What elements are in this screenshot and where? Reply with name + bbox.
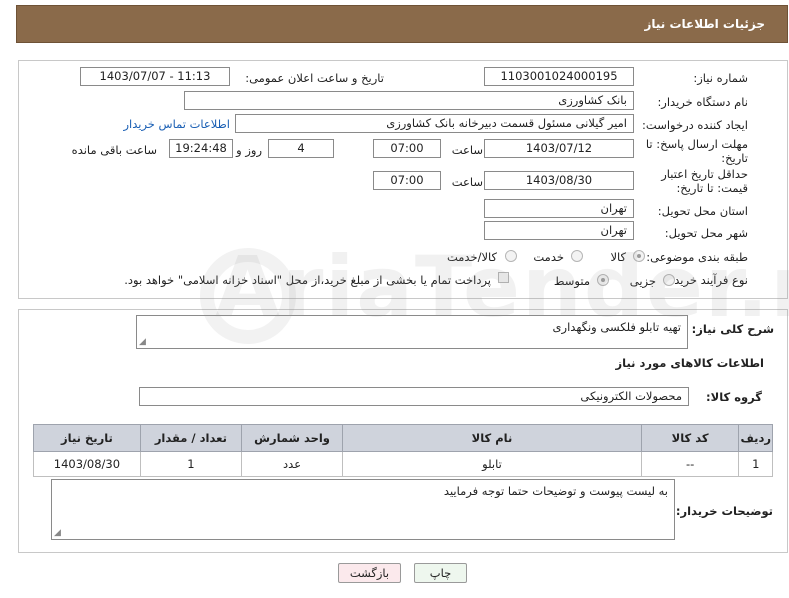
buyer-org-field: بانک کشاورزی — [184, 91, 634, 110]
province-label: استان محل تحویل: — [657, 204, 748, 218]
col-quantity: تعداد / مقدار — [139, 424, 242, 452]
creator-field: امیر گیلانی مسئول قسمت دبیرخانه بانک کشا… — [235, 114, 634, 133]
cell-row-number: 1 — [738, 451, 773, 477]
category-radio-goods[interactable] — [633, 250, 645, 262]
col-goods-name: نام کالا — [342, 424, 642, 452]
announce-field: 1403/07/07 - 11:13 — [80, 67, 230, 86]
cell-unit: عدد — [240, 451, 344, 477]
col-row-number: ردیف — [738, 424, 773, 452]
goods-table: ردیف کد کالا نام کالا واحد شمارش تعداد /… — [33, 424, 773, 477]
deadline-time-label: ساعت — [451, 143, 483, 157]
process-radio-medium[interactable] — [597, 274, 609, 286]
category-radio-service[interactable] — [571, 250, 583, 262]
table-row: 1 -- تابلو عدد 1 1403/08/30 — [33, 451, 773, 477]
summary-label: شرح کلی نیاز: — [691, 322, 774, 336]
category-option-goods-service: کالا/خدمت — [446, 250, 497, 264]
buyer-notes-text: به لیست پیوست و توضیحات حتما توجه فرمایی… — [443, 484, 668, 498]
validity-label: حداقل تاریخ اعتبار قیمت: تا تاریخ: — [661, 167, 748, 195]
page-title: جزئیات اطلاعات نیاز — [644, 17, 765, 31]
col-need-date: تاریخ نیاز — [33, 424, 141, 452]
back-button[interactable]: بازگشت — [338, 563, 401, 583]
goods-table-header: ردیف کد کالا نام کالا واحد شمارش تعداد /… — [33, 424, 773, 452]
resize-grip-icon[interactable]: ◢ — [54, 528, 61, 538]
category-option-goods: کالا — [610, 250, 626, 264]
treasury-payment-checkbox[interactable] — [498, 272, 509, 283]
buyer-org-label: نام دستگاه خریدار: — [657, 95, 748, 109]
resize-grip-icon[interactable]: ◢ — [139, 337, 146, 347]
deadline-label: مهلت ارسال پاسخ: تا تاریخ: — [645, 137, 748, 165]
cell-quantity: 1 — [139, 451, 242, 477]
col-goods-code: کد کالا — [640, 424, 740, 452]
days-label: روز و — [236, 143, 262, 157]
announce-label: تاریخ و ساعت اعلان عمومی: — [245, 71, 384, 85]
summary-text: تهیه تابلو فلکسی ونگهداری — [552, 320, 681, 334]
validity-time-field: 07:00 — [373, 171, 441, 190]
cell-need-date: 1403/08/30 — [33, 451, 141, 477]
city-label: شهر محل تحویل: — [664, 226, 748, 240]
process-option-minor: جزیی — [629, 274, 656, 288]
process-label: نوع فرآیند خرید : — [666, 273, 748, 287]
deadline-time-field: 07:00 — [373, 139, 441, 158]
remaining-time-field: 19:24:48 — [169, 139, 233, 158]
remaining-label: ساعت باقی مانده — [71, 143, 157, 157]
validity-time-label: ساعت — [451, 175, 483, 189]
days-field: 4 — [268, 139, 334, 158]
process-radio-minor[interactable] — [663, 274, 675, 286]
need-number-field: 1103001024000195 — [484, 67, 634, 86]
province-field: تهران — [484, 199, 634, 218]
goods-group-field: محصولات الکترونیکی — [139, 387, 689, 406]
page-header: جزئیات اطلاعات نیاز — [16, 5, 788, 43]
goods-group-label: گروه کالا: — [706, 390, 762, 404]
print-button[interactable]: چاپ — [414, 563, 467, 583]
deadline-date-field: 1403/07/12 — [484, 139, 634, 158]
category-option-service: خدمت — [533, 250, 564, 264]
process-option-medium: متوسط — [553, 274, 590, 288]
treasury-payment-note: پرداخت تمام یا بخشی از مبلغ خرید،از محل … — [124, 273, 491, 287]
goods-info-title: اطلاعات کالاهای مورد نیاز — [615, 356, 764, 370]
cell-goods-code: -- — [640, 451, 740, 477]
summary-textarea[interactable]: تهیه تابلو فلکسی ونگهداری ◢ — [136, 315, 688, 349]
category-radio-goods-service[interactable] — [505, 250, 517, 262]
validity-date-field: 1403/08/30 — [484, 171, 634, 190]
creator-label: ایجاد کننده درخواست: — [642, 118, 748, 132]
need-number-label: شماره نیاز: — [693, 71, 748, 85]
buyer-notes-textarea[interactable]: به لیست پیوست و توضیحات حتما توجه فرمایی… — [51, 479, 675, 540]
city-field: تهران — [484, 221, 634, 240]
buyer-notes-label: توضیحات خریدار: — [675, 504, 773, 518]
col-unit: واحد شمارش — [240, 424, 344, 452]
category-label: طبقه بندی موضوعی: — [646, 250, 748, 264]
buyer-contact-link[interactable]: اطلاعات تماس خریدار — [123, 117, 230, 131]
cell-goods-name: تابلو — [342, 451, 642, 477]
